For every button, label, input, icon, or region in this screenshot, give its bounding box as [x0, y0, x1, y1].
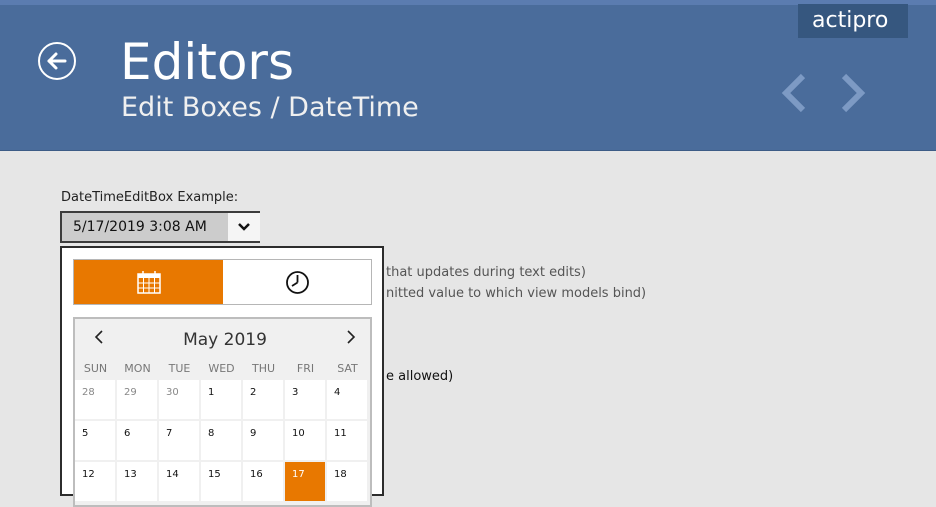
clock-icon: [286, 271, 309, 294]
page-title: Editors: [120, 33, 295, 91]
calendar-day[interactable]: 1: [201, 380, 241, 419]
weekday-label: MON: [124, 362, 151, 375]
calendar-day-number: 16: [250, 469, 263, 480]
calendar-day-number: 14: [166, 469, 179, 480]
chevron-down-icon: [238, 223, 250, 231]
datetime-value[interactable]: 5/17/2019 3:08 AM: [73, 219, 207, 236]
calendar-day-number: 15: [208, 469, 221, 480]
calendar-day-number: 30: [166, 387, 179, 398]
breadcrumb: Edit Boxes / DateTime: [121, 92, 419, 123]
calendar-day[interactable]: 28: [75, 380, 115, 419]
logo-text: actipro: [812, 8, 889, 33]
back-arrow-circle-icon[interactable]: [38, 42, 76, 80]
tab-date[interactable]: [74, 260, 223, 304]
calendar-day[interactable]: 7: [159, 421, 199, 460]
calendar-day[interactable]: 2: [243, 380, 283, 419]
calendar-day-number: 3: [292, 387, 299, 398]
calendar-day[interactable]: 5: [75, 421, 115, 460]
calendar-day[interactable]: 9: [243, 421, 283, 460]
calendar: May 2019 SUN MON TUE WED THU FRI SAT 28 29 30 1 2 3…: [73, 317, 372, 507]
calendar-day-number: 2: [250, 387, 257, 398]
calendar-day-number: 13: [124, 469, 137, 480]
datetime-editbox[interactable]: 5/17/2019 3:08 AM: [60, 211, 260, 243]
weekday-label: WED: [208, 362, 235, 375]
calendar-day[interactable]: 10: [285, 421, 325, 460]
popup-tabs: [73, 259, 372, 305]
editor-label: DateTimeEditBox Example:: [61, 190, 239, 205]
tab-time[interactable]: [223, 260, 371, 304]
calendar-day[interactable]: 17: [285, 462, 325, 501]
calendar-day[interactable]: 6: [117, 421, 157, 460]
calendar-day[interactable]: 4: [327, 380, 367, 419]
description-line-2: nitted value to which view models bind): [386, 286, 647, 301]
weekday-label: THU: [251, 362, 276, 375]
description-line-3: e allowed): [386, 369, 454, 384]
calendar-day-number: 12: [82, 469, 95, 480]
calendar-day[interactable]: 30: [159, 380, 199, 419]
header-divider: [0, 150, 936, 151]
calendar-day[interactable]: 13: [117, 462, 157, 501]
weekday-label: TUE: [168, 362, 191, 375]
calendar-day-number: 17: [292, 469, 305, 480]
calendar-day-number: 11: [334, 428, 347, 439]
chevron-left-icon[interactable]: [779, 73, 809, 117]
calendar-day[interactable]: 18: [327, 462, 367, 501]
datetime-popup: May 2019 SUN MON TUE WED THU FRI SAT 28 29 30 1 2 3…: [60, 246, 384, 507]
weekday-label: SAT: [337, 362, 358, 375]
calendar-day-number: 9: [250, 428, 257, 439]
calendar-day-number: 7: [166, 428, 173, 439]
actipro-logo: actipro: [798, 4, 908, 38]
calendar-day[interactable]: 8: [201, 421, 241, 460]
calendar-day[interactable]: 3: [285, 380, 325, 419]
calendar-day[interactable]: 14: [159, 462, 199, 501]
calendar-day-number: 18: [334, 469, 347, 480]
chevron-left-icon[interactable]: [89, 327, 109, 351]
calendar-day-number: 4: [334, 387, 341, 398]
calendar-day[interactable]: 12: [75, 462, 115, 501]
weekday-label: FRI: [296, 362, 315, 375]
description-line-1: that updates during text edits): [386, 265, 586, 280]
calendar-day-number: 1: [208, 387, 215, 398]
calendar-day-number: 10: [292, 428, 305, 439]
calendar-day-number: 6: [124, 428, 131, 439]
calendar-day[interactable]: 15: [201, 462, 241, 501]
calendar-day[interactable]: 11: [327, 421, 367, 460]
chevron-right-icon[interactable]: [838, 73, 868, 117]
dropdown-button[interactable]: [228, 213, 260, 241]
calendar-icon: [137, 271, 161, 294]
calendar-day-number: 28: [82, 387, 95, 398]
chevron-right-icon[interactable]: [341, 327, 361, 351]
calendar-day-number: 29: [124, 387, 137, 398]
calendar-day[interactable]: 16: [243, 462, 283, 501]
month-label[interactable]: May 2019: [165, 329, 285, 351]
weekday-label: SUN: [83, 362, 108, 375]
calendar-day[interactable]: 29: [117, 380, 157, 419]
calendar-day-number: 8: [208, 428, 215, 439]
calendar-day-number: 5: [82, 428, 89, 439]
